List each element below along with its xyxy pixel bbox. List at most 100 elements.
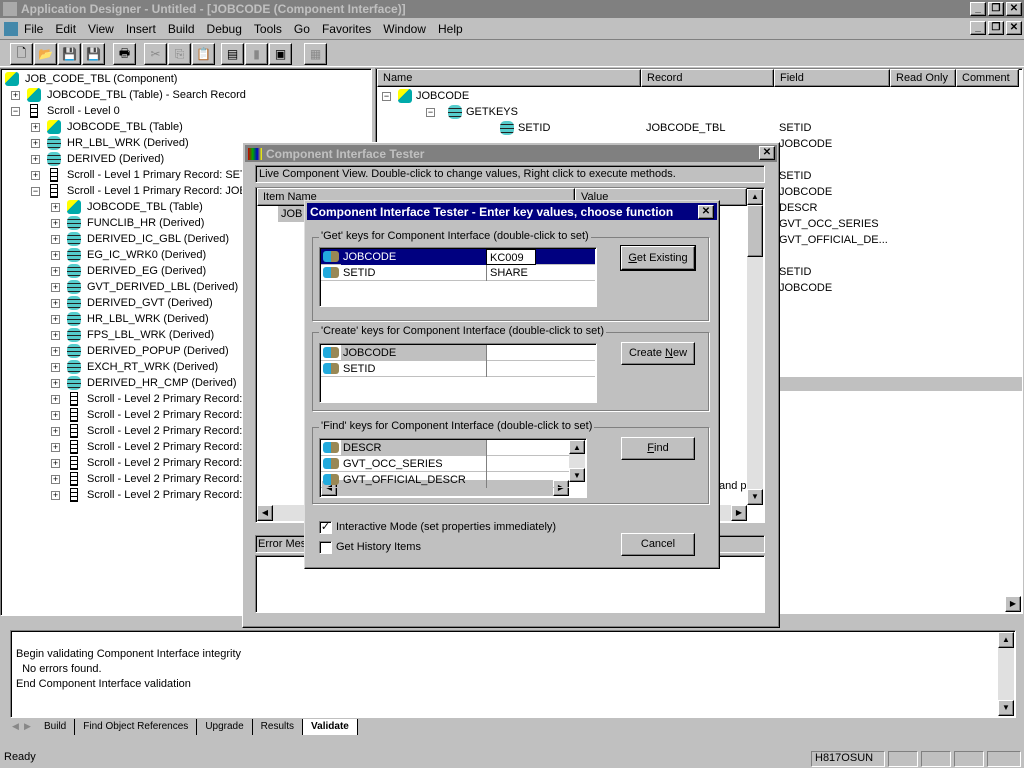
menu-insert[interactable]: Insert	[126, 21, 156, 37]
tab-scroll-left[interactable]: ◀	[12, 721, 24, 732]
scroll-left-arrow[interactable]: ◀	[257, 505, 273, 521]
column-header-record[interactable]: Record	[641, 69, 774, 87]
tree-item[interactable]: − Scroll - Level 0	[1, 103, 371, 119]
expand-icon[interactable]: +	[51, 363, 60, 372]
tree-item[interactable]: + JOBCODE_TBL (Table)	[1, 119, 371, 135]
root-item[interactable]: JOB	[278, 206, 306, 222]
scroll-thumb[interactable]	[747, 205, 763, 257]
menu-debug[interactable]: Debug	[207, 21, 242, 37]
dialog-close-button[interactable]: ✕	[698, 205, 714, 219]
output-window[interactable]: ▲ ▼ Begin validating Component Interface…	[10, 630, 1016, 718]
expand-icon[interactable]: +	[11, 91, 20, 100]
doc-restore-button[interactable]: ❐	[988, 21, 1004, 35]
expand-icon[interactable]: +	[51, 427, 60, 436]
expand-icon[interactable]: +	[51, 299, 60, 308]
collapse-icon[interactable]: −	[382, 92, 391, 101]
get-keys-list[interactable]: JOBCODE KC009 SETID SHARE	[319, 247, 597, 307]
find-button[interactable]: Find	[621, 437, 695, 460]
expand-icon[interactable]: +	[51, 379, 60, 388]
ci-name[interactable]: JOBCODE	[416, 88, 469, 104]
minimize-button[interactable]: _	[970, 2, 986, 16]
doc-close-button[interactable]: ✕	[1006, 21, 1022, 35]
tester-title-bar[interactable]: Component Interface Tester	[245, 145, 777, 162]
menu-window[interactable]: Window	[383, 21, 426, 37]
menu-view[interactable]: View	[88, 21, 114, 37]
key-row[interactable]: GVT_OCC_SERIES	[321, 456, 569, 472]
expand-icon[interactable]: +	[51, 235, 60, 244]
column-header-read-only[interactable]: Read Only	[890, 69, 956, 87]
object-icon[interactable]: ▮	[245, 43, 268, 65]
project-icon[interactable]: ▣	[269, 43, 292, 65]
menu-tools[interactable]: Tools	[254, 21, 282, 37]
doc-minimize-button[interactable]: _	[970, 21, 986, 35]
create-key-value[interactable]	[486, 345, 595, 361]
tree-item[interactable]: JOB_CODE_TBL (Component)	[1, 71, 371, 87]
tab-find-object-references[interactable]: Find Object References	[75, 718, 198, 735]
key-row[interactable]: GVT_OFFICIAL_DESCR	[321, 472, 569, 488]
interactive-mode-checkbox[interactable]: ✓	[319, 521, 332, 534]
tab-results[interactable]: Results	[253, 718, 304, 735]
create-new-button[interactable]: Create New	[621, 342, 695, 365]
menu-file[interactable]: File	[24, 21, 43, 37]
dialog-title-bar[interactable]: Component Interface Tester - Enter key v…	[307, 203, 717, 220]
expand-icon[interactable]: +	[51, 251, 60, 260]
expand-icon[interactable]: +	[31, 139, 40, 148]
expand-icon[interactable]: +	[51, 267, 60, 276]
menu-edit[interactable]: Edit	[55, 21, 76, 37]
column-header-comment[interactable]: Comment	[956, 69, 1019, 87]
expand-icon[interactable]: +	[51, 315, 60, 324]
expand-icon[interactable]: +	[51, 283, 60, 292]
expand-icon[interactable]: +	[31, 123, 40, 132]
tab-upgrade[interactable]: Upgrade	[197, 718, 253, 735]
expand-icon[interactable]: +	[51, 219, 60, 228]
scroll-right-arrow[interactable]: ▶	[1005, 596, 1021, 612]
expand-icon[interactable]: +	[51, 331, 60, 340]
key-row[interactable]: JOBCODE KC009	[321, 249, 595, 265]
scroll-right-arrow[interactable]: ▶	[731, 505, 747, 521]
expand-icon[interactable]: +	[51, 491, 60, 500]
column-header-field[interactable]: Field	[774, 69, 890, 87]
find-key-value[interactable]	[486, 456, 586, 472]
copy-icon[interactable]: ⎘	[168, 43, 191, 65]
collapse-icon[interactable]: −	[426, 108, 435, 117]
collapse-icon[interactable]: −	[11, 107, 20, 116]
key-row[interactable]: SETID	[321, 361, 595, 377]
find-key-value[interactable]	[486, 472, 586, 488]
tab-build[interactable]: Build	[36, 718, 76, 735]
menu-help[interactable]: Help	[438, 21, 463, 37]
expand-icon[interactable]: +	[51, 411, 60, 420]
key-row[interactable]: DESCR	[321, 440, 569, 456]
get-key-value[interactable]: KC009	[486, 249, 536, 265]
vertical-scrollbar[interactable]: ▲ ▼	[747, 189, 763, 505]
cancel-button[interactable]: Cancel	[621, 533, 695, 556]
expand-icon[interactable]: +	[51, 347, 60, 356]
expand-icon[interactable]: +	[51, 443, 60, 452]
get-key-value[interactable]: SHARE	[486, 265, 595, 281]
menu-build[interactable]: Build	[168, 21, 195, 37]
validate-icon[interactable]: ▦	[304, 43, 327, 65]
expand-icon[interactable]: +	[31, 171, 40, 180]
print-icon[interactable]: 🖶	[113, 43, 136, 65]
tree-item[interactable]: + JOBCODE_TBL (Table) - Search Record	[1, 87, 371, 103]
save-all-icon[interactable]: 💾	[82, 43, 105, 65]
column-header-name[interactable]: Name	[377, 69, 641, 87]
tab-validate[interactable]: Validate	[303, 718, 358, 735]
get-history-checkbox[interactable]	[319, 541, 332, 554]
save-icon[interactable]: 💾	[58, 43, 81, 65]
output-scroll-up[interactable]: ▲	[998, 632, 1014, 648]
new-icon[interactable]: 🗋	[10, 43, 33, 65]
key-row[interactable]: JOBCODE	[321, 345, 595, 361]
collapse-icon[interactable]: −	[31, 187, 40, 196]
close-button[interactable]: ✕	[1006, 2, 1022, 16]
expand-icon[interactable]: +	[51, 203, 60, 212]
app-title-bar[interactable]: Application Designer - Untitled - [JOBCO…	[0, 0, 1024, 18]
output-scroll-down[interactable]: ▼	[998, 700, 1014, 716]
expand-icon[interactable]: +	[31, 155, 40, 164]
properties-icon[interactable]: ▤	[221, 43, 244, 65]
paste-icon[interactable]: 📋	[192, 43, 215, 65]
scroll-up-arrow[interactable]: ▲	[747, 189, 763, 205]
ci-name[interactable]: SETID	[518, 120, 550, 136]
create-keys-list[interactable]: JOBCODE SETID	[319, 343, 597, 403]
create-key-value[interactable]	[486, 361, 595, 377]
cut-icon[interactable]: ✂	[144, 43, 167, 65]
